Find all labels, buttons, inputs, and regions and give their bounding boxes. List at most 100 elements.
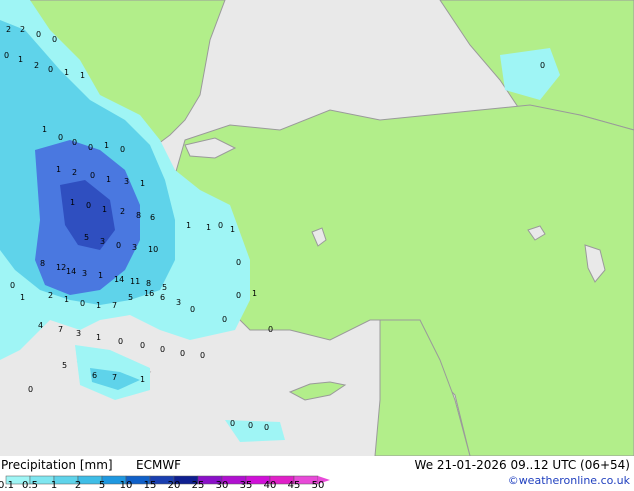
precip-value-label: 0 xyxy=(36,30,41,39)
precip-value-label: 0 xyxy=(248,421,253,430)
credit-link[interactable]: ©weatheronline.co.uk xyxy=(508,474,630,487)
precip-value-label: 0 xyxy=(4,51,9,60)
precip-value-label: 3 xyxy=(176,298,181,307)
precip-value-label: 0 xyxy=(540,61,545,70)
precip-value-label: 1 xyxy=(104,141,109,150)
precip-value-label: 1 xyxy=(18,55,23,64)
precip-value-label: 1 xyxy=(252,289,257,298)
precip-value-label: 0 xyxy=(268,325,273,334)
scale-tick-label: 5 xyxy=(98,480,106,491)
precip-value-label: 4 xyxy=(38,321,43,330)
model-name: ECMWF xyxy=(136,458,182,472)
scale-tick-label: 50 xyxy=(311,480,325,491)
precip-value-label: 2 xyxy=(120,207,125,216)
precip-value-label: 1 xyxy=(42,125,47,134)
precip-value-label: 8 xyxy=(40,259,45,268)
precip-value-label: 1 xyxy=(80,71,85,80)
precip-value-label: 0 xyxy=(10,281,15,290)
precip-value-label: 0 xyxy=(200,351,205,360)
scale-tick-label: 0.5 xyxy=(22,480,38,491)
precip-value-label: 5 xyxy=(84,233,89,242)
scale-tick-label: 20 xyxy=(167,480,181,491)
precip-value-label: 3 xyxy=(100,237,105,246)
color-scale xyxy=(5,475,330,485)
precip-value-label: 3 xyxy=(82,269,87,278)
scale-tick-label: 25 xyxy=(191,480,205,491)
precip-value-label: 1 xyxy=(56,165,61,174)
scale-tick-label: 40 xyxy=(263,480,277,491)
precip-value-label: 1 xyxy=(20,293,25,302)
precip-value-label: 1 xyxy=(64,68,69,77)
precip-value-label: 3 xyxy=(124,177,129,186)
legend-title: Precipitation [mm] xyxy=(1,458,113,472)
precip-value-label: 3 xyxy=(76,329,81,338)
precip-value-label: 1 xyxy=(140,179,145,188)
precip-value-label: 8 xyxy=(146,279,151,288)
precip-value-label: 1 xyxy=(102,205,107,214)
precip-value-label: 0 xyxy=(264,423,269,432)
precip-value-label: 3 xyxy=(132,243,137,252)
precip-value-label: 5 xyxy=(62,361,67,370)
precip-value-label: 0 xyxy=(48,65,53,74)
precip-value-label: 5 xyxy=(162,283,167,292)
scale-tick-label: 30 xyxy=(215,480,229,491)
scale-tick-label: 0.1 xyxy=(0,480,14,491)
precip-value-label: 7 xyxy=(58,325,63,334)
precip-value-label: 0 xyxy=(140,341,145,350)
precip-value-label: 0 xyxy=(28,385,33,394)
precip-value-label: 0 xyxy=(72,138,77,147)
precip-value-label: 0 xyxy=(116,241,121,250)
precip-value-label: 1 xyxy=(96,301,101,310)
precip-value-label: 16 xyxy=(144,289,154,298)
scale-tick-label: 35 xyxy=(239,480,253,491)
scale-tick-label: 45 xyxy=(287,480,301,491)
precip-value-label: 1 xyxy=(186,221,191,230)
precip-value-label: 10 xyxy=(148,245,158,254)
precip-value-label: 0 xyxy=(180,349,185,358)
precip-value-label: 5 xyxy=(128,293,133,302)
scale-tick-label: 10 xyxy=(119,480,133,491)
precip-value-label: 0 xyxy=(120,145,125,154)
precip-value-label: 8 xyxy=(136,211,141,220)
precip-value-label: 0 xyxy=(160,345,165,354)
precip-value-label: 0 xyxy=(58,133,63,142)
precip-value-label: 0 xyxy=(236,258,241,267)
precip-value-label: 6 xyxy=(92,371,97,380)
precip-value-label: 0 xyxy=(190,305,195,314)
precip-value-label: 1 xyxy=(106,175,111,184)
valid-datetime: We 21-01-2026 09..12 UTC (06+54) xyxy=(414,458,630,472)
precip-value-label: 0 xyxy=(88,143,93,152)
precip-value-label: 14 xyxy=(114,275,124,284)
precip-value-label: 0 xyxy=(222,315,227,324)
precip-value-label: 6 xyxy=(160,293,165,302)
precip-value-label: 0 xyxy=(90,171,95,180)
precip-value-label: 0 xyxy=(86,201,91,210)
precip-value-label: 0 xyxy=(218,221,223,230)
precip-value-label: 2 xyxy=(34,61,39,70)
precip-value-label: 2 xyxy=(6,25,11,34)
precip-value-label: 7 xyxy=(112,301,117,310)
precipitation-map: 2 2000 12 0 1 11000 1 01 2 0 1 3 11 0 1 2 8 65 3 0 3 108 12 14 3… xyxy=(0,0,634,456)
precip-value-label: 0 xyxy=(118,337,123,346)
precip-value-label: 0 xyxy=(236,291,241,300)
precip-value-label: 7 xyxy=(112,373,117,382)
precip-value-label: 1 xyxy=(70,198,75,207)
precip-value-label: 0 xyxy=(230,419,235,428)
precip-value-label: 2 xyxy=(48,291,53,300)
precip-value-label: 1 xyxy=(96,333,101,342)
precip-value-label: 11 xyxy=(130,277,140,286)
precip-value-label: 1 xyxy=(230,225,235,234)
precip-value-label: 1 xyxy=(140,375,145,384)
precip-value-label: 0 xyxy=(52,35,57,44)
precip-value-label: 1 xyxy=(64,295,69,304)
precip-value-label: 6 xyxy=(150,213,155,222)
precip-value-label: 14 xyxy=(66,267,76,276)
precip-value-label: 2 xyxy=(72,168,77,177)
precip-value-label: 12 xyxy=(56,263,66,272)
precip-value-label: 1 xyxy=(206,223,211,232)
precip-value-label: 1 xyxy=(98,271,103,280)
precip-value-label: 0 xyxy=(80,299,85,308)
precip-value-label: 2 xyxy=(20,25,25,34)
scale-tick-label: 15 xyxy=(143,480,157,491)
scale-tick-label: 1 xyxy=(50,480,58,491)
